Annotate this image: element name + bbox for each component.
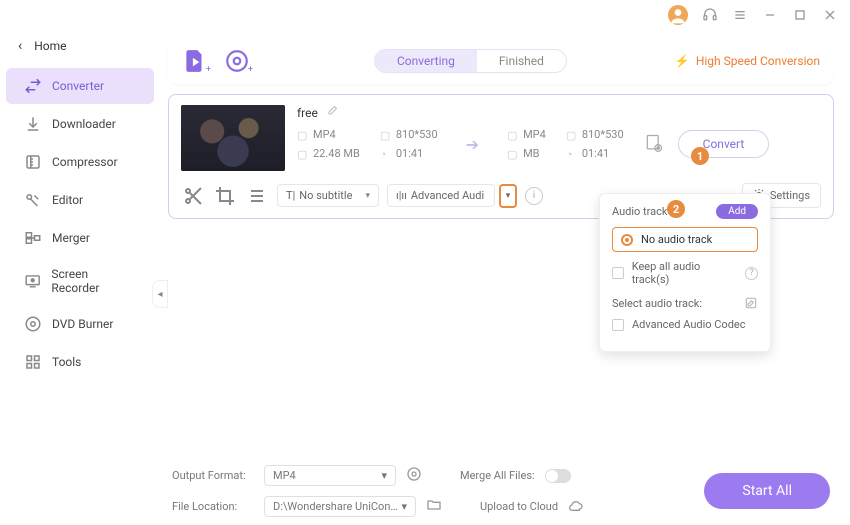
audio-dropdown-caret[interactable]: ▾	[499, 184, 517, 208]
select-audio-label: Select audio track:	[612, 297, 702, 310]
back-label: Home	[34, 39, 66, 53]
add-dvd-button[interactable]: +	[224, 48, 250, 74]
sidebar-item-converter[interactable]: Converter	[6, 68, 154, 104]
sidebar: ‹ Home Converter Downloader Compressor E…	[0, 30, 160, 525]
sidebar-item-compressor[interactable]: Compressor	[6, 144, 154, 180]
add-file-button[interactable]: +	[182, 48, 208, 74]
upload-label: Upload to Cloud	[480, 500, 558, 513]
popover-title: Audio track	[612, 205, 668, 218]
radio-selected-icon	[621, 234, 633, 246]
compressor-icon	[24, 153, 42, 171]
hamburger-icon[interactable]	[732, 7, 748, 23]
tools-icon	[24, 353, 42, 371]
clock-icon: ◔	[380, 148, 392, 160]
chevron-down-icon: ▾	[401, 500, 407, 513]
help-icon[interactable]: ?	[745, 267, 758, 280]
file-location-dropdown[interactable]: D:\Wondershare UniConverter 1 ▾	[264, 496, 416, 517]
file-card: free ▢MP4 ▢22.48 MB ▢810*530 ◔01:41 ➔	[168, 94, 834, 219]
maximize-icon[interactable]	[792, 7, 808, 23]
output-format-dropdown[interactable]: MP4 ▾	[264, 465, 396, 486]
tab-converting[interactable]: Converting	[375, 50, 477, 72]
collapse-sidebar-button[interactable]: ◂	[152, 280, 168, 308]
headset-icon[interactable]	[702, 7, 718, 23]
merge-toggle[interactable]	[545, 469, 571, 483]
sidebar-item-screen-recorder[interactable]: Screen Recorder	[6, 258, 154, 304]
no-audio-option[interactable]: No audio track	[612, 227, 758, 252]
output-settings-icon[interactable]	[644, 133, 664, 156]
file-location-label: File Location:	[172, 500, 254, 513]
open-folder-icon[interactable]	[426, 497, 442, 516]
add-audio-button[interactable]: Add	[716, 204, 758, 219]
editor-icon	[24, 191, 42, 209]
size-icon: ▢	[297, 148, 309, 160]
merger-icon	[24, 229, 42, 247]
arrow-right-icon: ➔	[458, 135, 487, 154]
marker-2: 2	[667, 200, 685, 218]
format-icon: ▢	[297, 129, 309, 141]
avatar-icon[interactable]	[668, 5, 688, 25]
output-settings-gear-icon[interactable]	[406, 466, 422, 485]
crop-icon[interactable]	[213, 184, 237, 208]
aac-option[interactable]: Advanced Audio Codec	[612, 318, 758, 331]
chevron-left-icon: ‹	[18, 38, 22, 54]
footer: Output Format: MP4 ▾ Merge All Files: Fi…	[168, 457, 834, 517]
start-all-button[interactable]: Start All	[704, 473, 830, 509]
file-name: free	[297, 106, 318, 120]
converter-icon	[24, 77, 42, 95]
cloud-icon[interactable]	[568, 497, 584, 516]
merge-label: Merge All Files:	[460, 469, 535, 482]
trim-icon[interactable]	[181, 184, 205, 208]
subtitle-dropdown[interactable]: T|No subtitle ▾	[277, 184, 379, 207]
list-icon[interactable]	[245, 184, 269, 208]
info-icon[interactable]: i	[525, 187, 543, 205]
download-icon	[24, 115, 42, 133]
marker-1: 1	[691, 147, 709, 165]
chevron-down-icon: ▾	[365, 191, 370, 201]
audio-dropdown[interactable]: ı|ııAdvanced Audi	[387, 184, 495, 207]
sidebar-item-merger[interactable]: Merger	[6, 220, 154, 256]
keep-all-audio-option[interactable]: Keep all audio track(s) ?	[612, 260, 758, 286]
sidebar-item-editor[interactable]: Editor	[6, 182, 154, 218]
audio-track-popover: Audio track Add No audio track Keep all …	[599, 193, 771, 352]
rename-icon[interactable]	[326, 105, 338, 120]
chevron-down-icon: ▾	[381, 469, 387, 482]
subtitle-icon: T|	[286, 189, 295, 202]
video-thumbnail[interactable]	[181, 105, 285, 171]
sidebar-item-downloader[interactable]: Downloader	[6, 106, 154, 142]
top-toolbar: + + Converting Finished ⚡ High Speed Con…	[168, 38, 834, 84]
sidebar-item-tools[interactable]: Tools	[6, 344, 154, 380]
dvd-icon	[24, 315, 42, 333]
tab-finished[interactable]: Finished	[477, 50, 566, 72]
sidebar-item-dvd-burner[interactable]: DVD Burner	[6, 306, 154, 342]
close-icon[interactable]	[822, 7, 838, 23]
high-speed-toggle[interactable]: ⚡ High Speed Conversion	[675, 54, 820, 68]
back-button[interactable]: ‹ Home	[0, 30, 160, 62]
screen-recorder-icon	[24, 272, 41, 290]
res-icon: ▢	[380, 129, 392, 141]
edit-icon[interactable]	[744, 296, 758, 310]
checkbox-icon	[612, 267, 624, 279]
minimize-icon[interactable]	[762, 7, 778, 23]
checkbox-icon	[612, 319, 624, 331]
bolt-icon: ⚡	[675, 54, 690, 68]
audio-icon: ı|ıı	[396, 189, 407, 202]
output-format-label: Output Format:	[172, 469, 254, 482]
status-tabs: Converting Finished	[374, 49, 567, 73]
